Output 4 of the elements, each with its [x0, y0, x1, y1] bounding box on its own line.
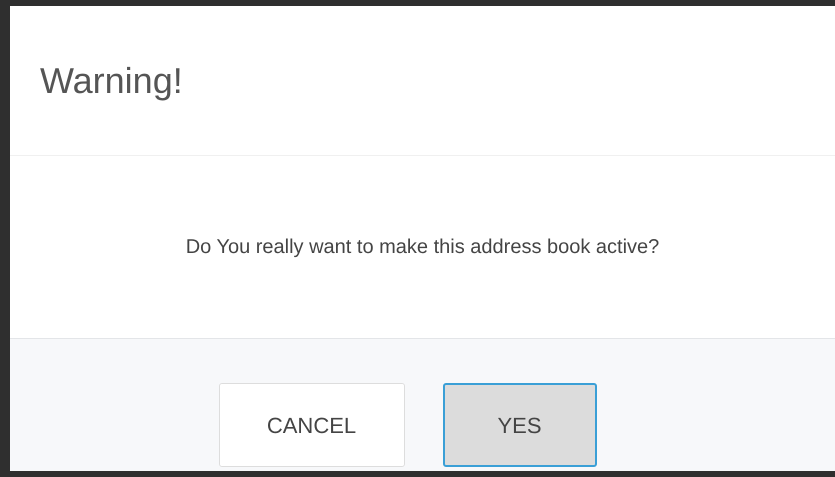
cancel-button[interactable]: CANCEL	[218, 383, 404, 467]
dialog-message: Do You really want to make this address book active?	[184, 235, 660, 260]
dialog-title: Warning!	[40, 62, 183, 98]
yes-button[interactable]: YES	[442, 383, 596, 467]
